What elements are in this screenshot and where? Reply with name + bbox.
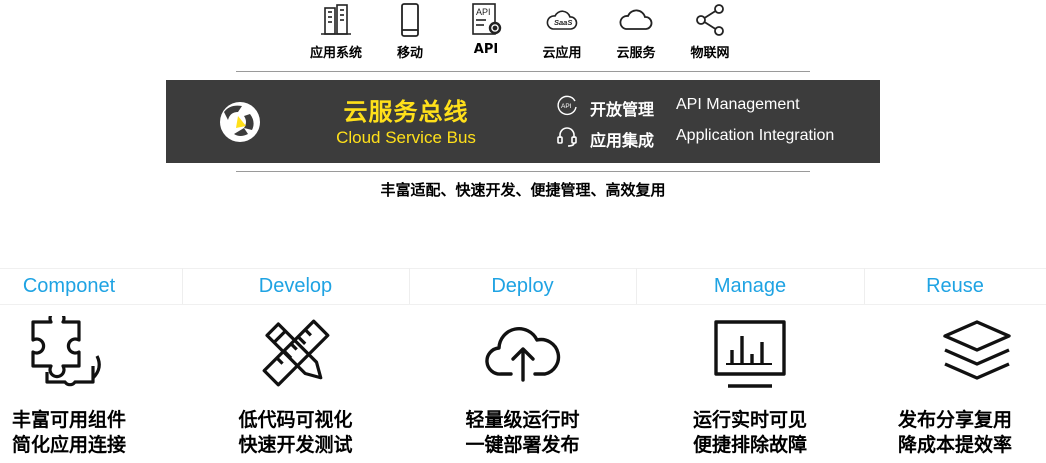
stage-desc-line: 快速开发测试: [238, 434, 353, 456]
stage-title-manage: Manage: [713, 275, 787, 297]
source-label: 云服务: [616, 46, 656, 61]
svg-text:SaaS: SaaS: [554, 18, 572, 27]
source-cloud-service: 云服务: [596, 2, 676, 61]
feature-label-zh: 应用集成: [590, 131, 655, 150]
tagline: 丰富适配、快速开发、便捷管理、高效复用: [380, 181, 666, 199]
stage-desc-deploy: 轻量级运行时 一键部署发布: [409, 408, 636, 458]
monitor-chart-icon: [714, 320, 786, 388]
svg-text:API: API: [476, 7, 491, 17]
svg-text:API: API: [561, 103, 572, 110]
source-label: 物联网: [690, 46, 730, 61]
divider-top: [236, 71, 810, 72]
source-api: API API: [446, 2, 526, 57]
stage-desc-line: 一键部署发布: [465, 434, 580, 456]
source-icons-row: 应用系统 移动 API API SaaS 云应用 云服务 物联网: [300, 2, 740, 66]
mobile-icon: [401, 3, 419, 37]
stage-desc-line: 低代码可视化: [238, 409, 353, 431]
api-circle-icon: API: [557, 95, 577, 116]
stage-title-component: Componet: [22, 275, 116, 297]
source-label: API: [473, 42, 499, 57]
feature-label-zh: 开放管理: [590, 100, 655, 119]
stage-desc-line: 运行实时可见: [692, 409, 807, 431]
saas-cloud-icon: SaaS: [546, 10, 578, 30]
cloud-upload-icon: [485, 327, 561, 382]
source-cloud-app: SaaS 云应用: [522, 2, 602, 61]
divider-bottom: [236, 171, 810, 172]
stage-desc-line: 便捷排除故障: [692, 434, 807, 456]
stage-desc-line: 轻量级运行时: [465, 409, 580, 431]
stage-desc-line: 发布分享复用: [897, 409, 1012, 431]
stage-row-top-border: [0, 268, 1046, 269]
ruler-pencil-icon: [262, 319, 330, 387]
headset-icon: [557, 127, 577, 147]
bus-title-en: Cloud Service Bus: [336, 128, 476, 147]
stage-desc-component: 丰富可用组件 简化应用连接: [0, 408, 138, 458]
source-mobile: 移动: [370, 2, 450, 61]
bus-title-zh: 云服务总线: [343, 98, 469, 126]
bus-logo-icon: [220, 102, 260, 142]
stage-title-reuse: Reuse: [926, 275, 984, 297]
puzzle-icon: [31, 316, 101, 387]
layers-icon: [943, 320, 1011, 380]
stage-title-deploy: Deploy: [491, 275, 554, 297]
stage-desc-reuse: 发布分享复用 降成本提效率: [864, 408, 1046, 458]
stage-desc-develop: 低代码可视化 快速开发测试: [182, 408, 409, 458]
stage-title-develop: Develop: [258, 275, 333, 297]
stage-desc-manage: 运行实时可见 便捷排除故障: [636, 408, 864, 458]
stage-desc-line: 降成本提效率: [897, 434, 1012, 456]
stage-desc-line: 简化应用连接: [11, 434, 126, 456]
source-label: 移动: [396, 46, 423, 61]
stage-row-mid-border: [0, 304, 1046, 305]
building-icon: [321, 4, 351, 35]
share-nodes-icon: [696, 4, 724, 36]
feature-label-en: Application Integration: [676, 127, 835, 144]
cloud-service-bus-band: 云服务总线 Cloud Service Bus API 开放管理 API Man…: [166, 80, 880, 163]
source-iot: 物联网: [670, 2, 750, 61]
source-label: 应用系统: [309, 46, 362, 61]
api-gear-icon: API: [472, 3, 502, 35]
source-app-system: 应用系统: [296, 2, 376, 61]
cloud-icon: [619, 9, 653, 30]
source-label: 云应用: [542, 46, 582, 61]
stage-desc-line: 丰富可用组件: [11, 409, 126, 431]
feature-label-en: API Management: [676, 96, 800, 113]
